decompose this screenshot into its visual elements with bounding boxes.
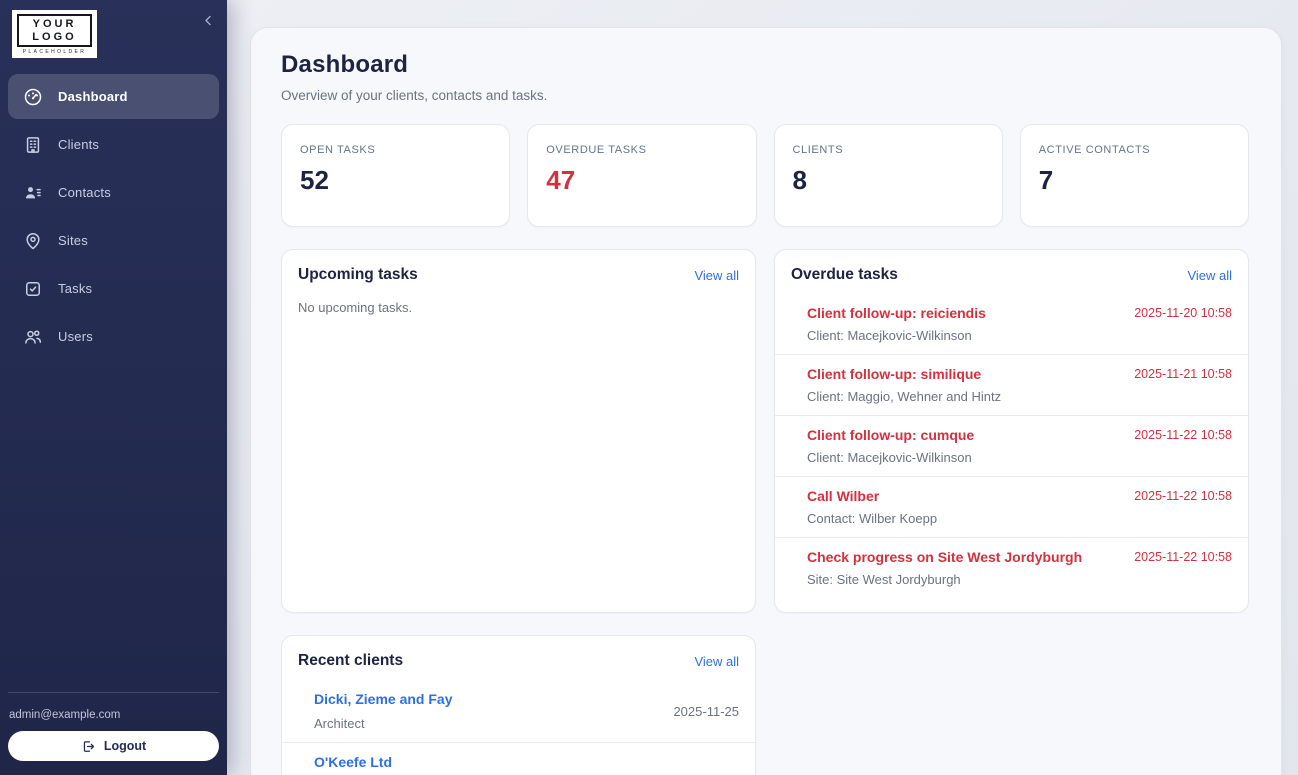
task-title-link[interactable]: Check progress on Site West Jordyburgh bbox=[807, 549, 1082, 565]
task-list-item: Check progress on Site West Jordyburgh 2… bbox=[775, 537, 1248, 598]
client-info: O'Keefe Ltd bbox=[314, 754, 392, 775]
sidebar-collapse-button[interactable] bbox=[197, 12, 219, 34]
client-subtitle: Architect bbox=[314, 716, 453, 731]
page-subtitle: Overview of your clients, contacts and t… bbox=[281, 88, 1249, 103]
sidebar-item-label: Tasks bbox=[58, 281, 92, 296]
logout-button[interactable]: Logout bbox=[8, 731, 219, 761]
client-name-link[interactable]: O'Keefe Ltd bbox=[314, 754, 392, 770]
recent-clients-panel: Recent clients View all Dicki, Zieme and… bbox=[281, 635, 756, 775]
logo-box: YOUR LOGO bbox=[17, 14, 92, 47]
panel-title: Overdue tasks bbox=[791, 266, 898, 284]
logo-line2: LOGO bbox=[21, 31, 88, 44]
stat-label: CLIENTS bbox=[793, 144, 984, 156]
stat-value: 52 bbox=[300, 165, 491, 196]
sidebar-item-label: Dashboard bbox=[58, 89, 128, 104]
stat-card: CLIENTS 8 bbox=[774, 124, 1003, 227]
task-subtitle: Contact: Wilber Koepp bbox=[791, 511, 1232, 526]
panel-title: Recent clients bbox=[298, 652, 403, 670]
sidebar-item-label: Clients bbox=[58, 137, 99, 152]
client-date: 2025-11-25 bbox=[673, 704, 739, 719]
upcoming-tasks-panel: Upcoming tasks View all No upcoming task… bbox=[281, 249, 756, 613]
logo: YOUR LOGO PLACEHOLDER bbox=[12, 10, 97, 58]
stat-label: OPEN TASKS bbox=[300, 144, 491, 156]
task-subtitle: Site: Site West Jordyburgh bbox=[791, 572, 1232, 587]
main-area: Dashboard Overview of your clients, cont… bbox=[227, 0, 1298, 775]
task-list-item: Client follow-up: similique 2025-11-21 1… bbox=[775, 354, 1248, 415]
contact-card-icon bbox=[22, 182, 43, 203]
stats-row: OPEN TASKS 52 OVERDUE TASKS 47 CLIENTS 8… bbox=[281, 124, 1249, 227]
stat-label: ACTIVE CONTACTS bbox=[1039, 144, 1230, 156]
stat-card: ACTIVE CONTACTS 7 bbox=[1020, 124, 1249, 227]
empty-state-text: No upcoming tasks. bbox=[282, 300, 755, 315]
task-subtitle: Client: Maggio, Wehner and Hintz bbox=[791, 389, 1232, 404]
overdue-view-all-link[interactable]: View all bbox=[1187, 268, 1232, 283]
stat-card: OPEN TASKS 52 bbox=[281, 124, 510, 227]
building-icon bbox=[22, 134, 43, 155]
upcoming-view-all-link[interactable]: View all bbox=[694, 268, 739, 283]
sidebar: YOUR LOGO PLACEHOLDER Dashboard Clients … bbox=[0, 0, 227, 775]
client-name-link[interactable]: Dicki, Zieme and Fay bbox=[314, 691, 453, 707]
stat-value: 8 bbox=[793, 165, 984, 196]
task-title-link[interactable]: Client follow-up: reiciendis bbox=[807, 305, 986, 321]
client-list-item: Dicki, Zieme and Fay Architect 2025-11-2… bbox=[282, 680, 755, 742]
sidebar-item-sites[interactable]: Sites bbox=[8, 218, 219, 263]
users-icon bbox=[22, 326, 43, 347]
overdue-tasks-panel: Overdue tasks View all Client follow-up:… bbox=[774, 249, 1249, 613]
task-due-date: 2025-11-20 10:58 bbox=[1134, 305, 1232, 320]
task-subtitle: Client: Macejkovic-Wilkinson bbox=[791, 450, 1232, 465]
overdue-task-list: Client follow-up: reiciendis 2025-11-20 … bbox=[775, 294, 1248, 598]
stat-value: 47 bbox=[546, 165, 737, 196]
checkbox-icon bbox=[22, 278, 43, 299]
task-list-item: Client follow-up: cumque 2025-11-22 10:5… bbox=[775, 415, 1248, 476]
task-title-link[interactable]: Call Wilber bbox=[807, 488, 879, 504]
sidebar-item-tasks[interactable]: Tasks bbox=[8, 266, 219, 311]
user-email: admin@example.com bbox=[8, 709, 219, 721]
sidebar-item-dashboard[interactable]: Dashboard bbox=[8, 74, 219, 119]
task-due-date: 2025-11-21 10:58 bbox=[1134, 366, 1232, 381]
task-panels-row: Upcoming tasks View all No upcoming task… bbox=[281, 249, 1249, 613]
task-title-link[interactable]: Client follow-up: similique bbox=[807, 366, 981, 382]
sidebar-nav: Dashboard Clients Contacts Sites Tasks bbox=[8, 74, 219, 359]
chevron-left-icon bbox=[201, 13, 216, 33]
task-subtitle: Client: Macejkovic-Wilkinson bbox=[791, 328, 1232, 343]
task-due-date: 2025-11-22 10:58 bbox=[1134, 549, 1232, 564]
sidebar-item-label: Sites bbox=[58, 233, 88, 248]
stat-card: OVERDUE TASKS 47 bbox=[527, 124, 756, 227]
task-due-date: 2025-11-22 10:58 bbox=[1134, 427, 1232, 442]
task-list-item: Call Wilber 2025-11-22 10:58 Contact: Wi… bbox=[775, 476, 1248, 537]
client-info: Dicki, Zieme and Fay Architect bbox=[314, 691, 453, 731]
sidebar-item-label: Users bbox=[58, 329, 93, 344]
task-title-link[interactable]: Client follow-up: cumque bbox=[807, 427, 974, 443]
content-card: Dashboard Overview of your clients, cont… bbox=[250, 27, 1282, 775]
panel-title: Upcoming tasks bbox=[298, 266, 418, 284]
logo-line1: YOUR bbox=[21, 18, 88, 31]
recent-clients-list: Dicki, Zieme and Fay Architect 2025-11-2… bbox=[282, 680, 755, 775]
stat-value: 7 bbox=[1039, 165, 1230, 196]
stat-label: OVERDUE TASKS bbox=[546, 144, 737, 156]
sidebar-footer: admin@example.com Logout bbox=[8, 692, 219, 761]
map-pin-icon bbox=[22, 230, 43, 251]
recent-clients-view-all-link[interactable]: View all bbox=[694, 654, 739, 669]
gauge-icon bbox=[22, 86, 43, 107]
sidebar-item-clients[interactable]: Clients bbox=[8, 122, 219, 167]
page-title: Dashboard bbox=[281, 51, 1249, 79]
task-list-item: Client follow-up: reiciendis 2025-11-20 … bbox=[775, 294, 1248, 354]
logo-subtext: PLACEHOLDER bbox=[17, 49, 92, 55]
sidebar-item-users[interactable]: Users bbox=[8, 314, 219, 359]
client-list-item: O'Keefe Ltd bbox=[282, 742, 755, 775]
logout-icon bbox=[81, 739, 96, 754]
sidebar-item-contacts[interactable]: Contacts bbox=[8, 170, 219, 215]
task-due-date: 2025-11-22 10:58 bbox=[1134, 488, 1232, 503]
recent-clients-row: Recent clients View all Dicki, Zieme and… bbox=[281, 635, 1249, 775]
sidebar-item-label: Contacts bbox=[58, 185, 111, 200]
logout-label: Logout bbox=[104, 739, 146, 753]
